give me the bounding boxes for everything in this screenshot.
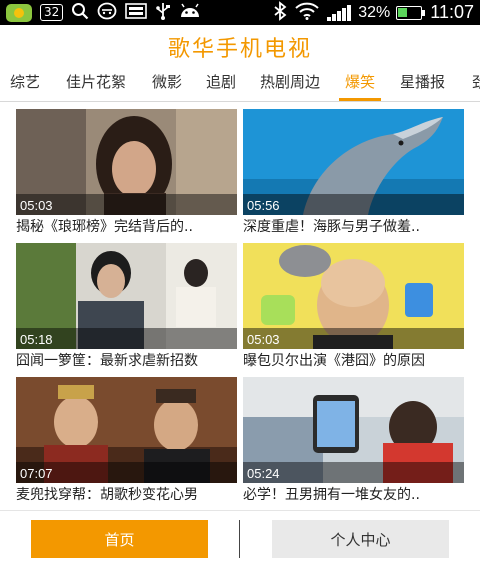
video-card[interactable]: 07:07 麦兜找穿帮：胡歌秒变花心男 xyxy=(16,377,237,505)
video-title[interactable]: 麦兜找穿帮：胡歌秒变花心男 xyxy=(16,486,237,504)
face-icon xyxy=(97,2,117,24)
wifi-icon xyxy=(295,2,319,24)
notification-count-badge: 32 xyxy=(40,4,64,21)
video-title[interactable]: 囧闻一箩筐：最新求虐新招数 xyxy=(16,352,237,370)
video-thumbnail[interactable]: 05:03 xyxy=(16,109,237,215)
tab-more[interactable]: 劲 xyxy=(472,69,480,101)
video-card[interactable]: 05:24 必学！丑男拥有一堆女友的.. xyxy=(243,377,464,505)
bottom-nav: 首页 个人中心 xyxy=(0,510,480,566)
tab-hot-drama-extras[interactable]: 热剧周边 xyxy=(260,69,320,101)
video-thumbnail[interactable]: 05:18 xyxy=(16,243,237,349)
search-icon xyxy=(71,2,89,24)
video-thumbnail[interactable]: 05:56 xyxy=(243,109,464,215)
status-bar: 32 32% 11:07 xyxy=(0,0,480,25)
app-icon xyxy=(6,3,32,22)
status-time: 11:07 xyxy=(430,2,474,22)
profile-button[interactable]: 个人中心 xyxy=(272,520,449,558)
tab-film-highlights[interactable]: 佳片花絮 xyxy=(66,69,126,101)
tab-micro-film[interactable]: 微影 xyxy=(152,69,182,101)
app-header: 歌华手机电视 xyxy=(0,25,480,69)
battery-icon xyxy=(396,5,426,20)
usb-icon xyxy=(155,1,171,25)
app-title: 歌华手机电视 xyxy=(167,37,312,62)
tab-drama-follow[interactable]: 追剧 xyxy=(206,69,236,101)
video-thumbnail[interactable]: 05:03 xyxy=(243,243,464,349)
video-duration: 05:03 xyxy=(247,332,280,347)
category-tab-bar: 综艺 佳片花絮 微影 追剧 热剧周边 爆笑 星播报 劲 xyxy=(0,69,480,102)
video-duration: 05:56 xyxy=(247,198,280,213)
video-card[interactable]: 05:03 曝包贝尔出演《港囧》的原因 xyxy=(243,243,464,371)
video-duration: 07:07 xyxy=(20,466,53,481)
video-card[interactable]: 05:18 囧闻一箩筐：最新求虐新招数 xyxy=(16,243,237,371)
home-button[interactable]: 首页 xyxy=(31,520,208,558)
video-title[interactable]: 必学！丑男拥有一堆女友的.. xyxy=(243,486,464,504)
bluetooth-icon xyxy=(273,0,287,25)
signal-icon xyxy=(327,4,352,21)
video-thumbnail[interactable]: 05:24 xyxy=(243,377,464,483)
video-card[interactable]: 05:56 深度重虐！海豚与男子做羞.. xyxy=(243,109,464,237)
video-title[interactable]: 曝包贝尔出演《港囧》的原因 xyxy=(243,352,464,370)
video-duration: 05:03 xyxy=(20,198,53,213)
video-duration: 05:18 xyxy=(20,332,53,347)
android-icon xyxy=(179,3,201,23)
nav-divider xyxy=(239,520,240,558)
tab-star-news[interactable]: 星播报 xyxy=(400,69,445,101)
tab-variety[interactable]: 综艺 xyxy=(10,69,40,101)
keyboard-icon xyxy=(125,2,148,23)
battery-percent: 32% xyxy=(358,3,391,21)
tab-comedy[interactable]: 爆笑 xyxy=(338,69,382,101)
video-title[interactable]: 揭秘《琅琊榜》完结背后的.. xyxy=(16,218,237,236)
video-thumbnail[interactable]: 07:07 xyxy=(16,377,237,483)
video-title[interactable]: 深度重虐！海豚与男子做羞.. xyxy=(243,218,464,236)
video-card[interactable]: 05:03 揭秘《琅琊榜》完结背后的.. xyxy=(16,109,237,237)
video-duration: 05:24 xyxy=(247,466,280,481)
